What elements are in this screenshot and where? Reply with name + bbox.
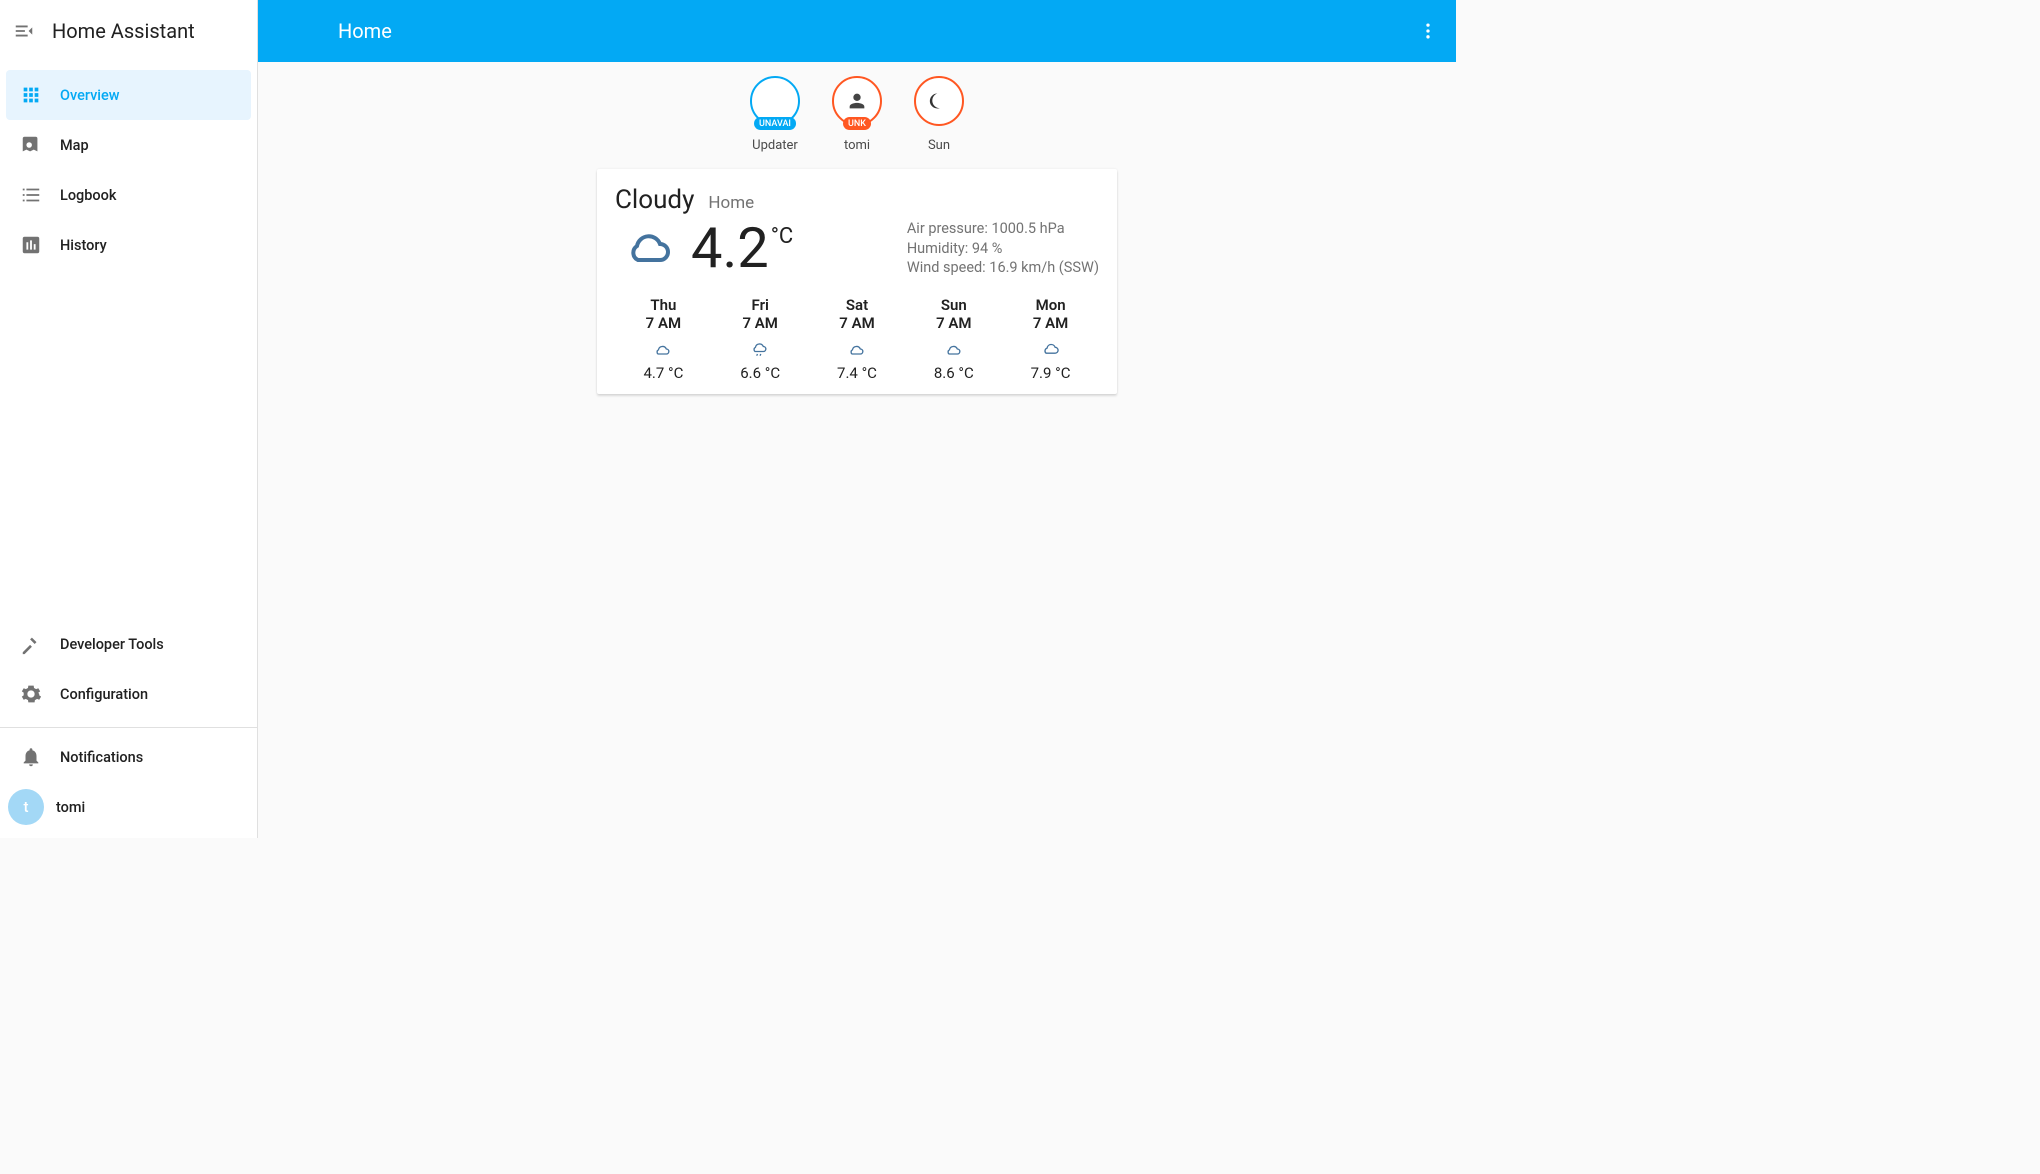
map-marker-icon bbox=[20, 134, 60, 156]
forecast-time: 7 AM bbox=[615, 314, 712, 332]
weather-humidity: Humidity: 94 % bbox=[907, 239, 1099, 259]
more-menu-icon[interactable] bbox=[1416, 19, 1440, 43]
forecast-time: 7 AM bbox=[712, 314, 809, 332]
forecast-day: Sat 7 AM 7.4 °C bbox=[809, 296, 906, 382]
hammer-icon bbox=[20, 633, 60, 655]
forecast-weekday: Mon bbox=[1002, 296, 1099, 314]
forecast-temp: 6.6 °C bbox=[712, 364, 809, 382]
weather-attributes: Air pressure: 1000.5 hPa Humidity: 94 % … bbox=[907, 219, 1099, 278]
weather-pressure: Air pressure: 1000.5 hPa bbox=[907, 219, 1099, 239]
forecast-time: 7 AM bbox=[809, 314, 906, 332]
sidebar-item-logbook[interactable]: Logbook bbox=[6, 170, 251, 220]
forecast-day: Fri 7 AM 6.6 °C bbox=[712, 296, 809, 382]
badge-tomi[interactable]: UNK tomi bbox=[827, 76, 887, 153]
forecast-temp: 7.4 °C bbox=[809, 364, 906, 382]
user-name: tomi bbox=[56, 799, 85, 816]
brand-title: Home Assistant bbox=[52, 19, 195, 43]
forecast-time: 7 AM bbox=[905, 314, 1002, 332]
forecast-weekday: Thu bbox=[615, 296, 712, 314]
weather-card[interactable]: Cloudy Home 4.2°C Air pressure: 1000.5 h… bbox=[597, 169, 1117, 394]
sidebar-item-configuration[interactable]: Configuration bbox=[6, 669, 251, 719]
weather-wind: Wind speed: 16.9 km/h (SSW) bbox=[907, 258, 1099, 278]
sidebar-item-label: Configuration bbox=[60, 686, 148, 703]
apps-icon bbox=[20, 84, 60, 106]
person-icon bbox=[846, 90, 868, 112]
chart-icon bbox=[20, 234, 60, 256]
forecast-temp: 8.6 °C bbox=[905, 364, 1002, 382]
page-title: Home bbox=[338, 19, 392, 43]
sidebar-item-label: Overview bbox=[60, 87, 120, 104]
entity-badges: UNAVAI Updater UNK tomi Sun bbox=[258, 62, 1456, 161]
sidebar-item-label: Developer Tools bbox=[60, 636, 164, 653]
forecast-day: Sun 7 AM 8.6 °C bbox=[905, 296, 1002, 382]
badge-tag: UNAVAI bbox=[754, 117, 796, 130]
forecast-weekday: Sat bbox=[809, 296, 906, 314]
forecast-day: Thu 7 AM 4.7 °C bbox=[615, 296, 712, 382]
badge-tag: UNK bbox=[843, 117, 871, 130]
weather-temp-unit: °C bbox=[771, 224, 794, 249]
weather-condition: Cloudy bbox=[615, 185, 694, 215]
menu-collapse-icon[interactable] bbox=[12, 19, 36, 43]
sidebar-item-label: Notifications bbox=[60, 749, 143, 766]
sidebar: Home Assistant Overview Map Logbook Hist… bbox=[0, 0, 258, 838]
weather-location: Home bbox=[708, 193, 754, 213]
bell-icon bbox=[20, 746, 60, 768]
sidebar-item-map[interactable]: Map bbox=[6, 120, 251, 170]
sidebar-item-developer-tools[interactable]: Developer Tools bbox=[6, 619, 251, 669]
topbar: Home bbox=[258, 0, 1456, 62]
forecast-time: 7 AM bbox=[1002, 314, 1099, 332]
sidebar-user[interactable]: t tomi bbox=[0, 782, 257, 832]
cloud-icon bbox=[615, 224, 685, 272]
forecast-weekday: Fri bbox=[712, 296, 809, 314]
cloud-icon bbox=[1002, 336, 1099, 362]
main: Home UNAVAI Updater UNK tomi bbox=[258, 0, 1456, 838]
badge-sun[interactable]: Sun bbox=[909, 76, 969, 153]
badge-label: tomi bbox=[844, 138, 870, 153]
badge-updater[interactable]: UNAVAI Updater bbox=[745, 76, 805, 153]
sidebar-nav: Overview Map Logbook History bbox=[0, 62, 257, 270]
badge-circle: UNK bbox=[832, 76, 882, 126]
sidebar-tools: Developer Tools Configuration bbox=[0, 619, 257, 723]
forecast-temp: 7.9 °C bbox=[1002, 364, 1099, 382]
partly-cloudy-icon bbox=[809, 336, 906, 362]
rainy-icon bbox=[712, 336, 809, 362]
weather-temp: 4.2°C bbox=[691, 220, 793, 276]
sidebar-item-history[interactable]: History bbox=[6, 220, 251, 270]
sidebar-item-label: History bbox=[60, 237, 107, 254]
forecast-temp: 4.7 °C bbox=[615, 364, 712, 382]
moon-icon bbox=[929, 91, 949, 111]
weather-header: Cloudy Home bbox=[615, 185, 1099, 215]
divider bbox=[0, 727, 257, 728]
badge-label: Updater bbox=[752, 138, 798, 153]
badge-circle: UNAVAI bbox=[750, 76, 800, 126]
forecast-weekday: Sun bbox=[905, 296, 1002, 314]
sidebar-item-overview[interactable]: Overview bbox=[6, 70, 251, 120]
sidebar-item-notifications[interactable]: Notifications bbox=[6, 732, 251, 782]
weather-forecast: Thu 7 AM 4.7 °C Fri 7 AM 6.6 °C Sat 7 AM… bbox=[615, 296, 1099, 382]
sidebar-item-label: Logbook bbox=[60, 187, 116, 204]
sidebar-header: Home Assistant bbox=[0, 0, 257, 62]
gear-icon bbox=[20, 683, 60, 705]
list-icon bbox=[20, 184, 60, 206]
partly-cloudy-icon bbox=[615, 336, 712, 362]
sidebar-item-label: Map bbox=[60, 137, 89, 154]
user-avatar: t bbox=[8, 789, 44, 825]
badge-label: Sun bbox=[928, 138, 950, 153]
weather-temp-value: 4.2 bbox=[691, 215, 769, 281]
badge-circle bbox=[914, 76, 964, 126]
partly-cloudy-icon bbox=[905, 336, 1002, 362]
weather-now: 4.2°C Air pressure: 1000.5 hPa Humidity:… bbox=[615, 219, 1099, 278]
forecast-day: Mon 7 AM 7.9 °C bbox=[1002, 296, 1099, 382]
